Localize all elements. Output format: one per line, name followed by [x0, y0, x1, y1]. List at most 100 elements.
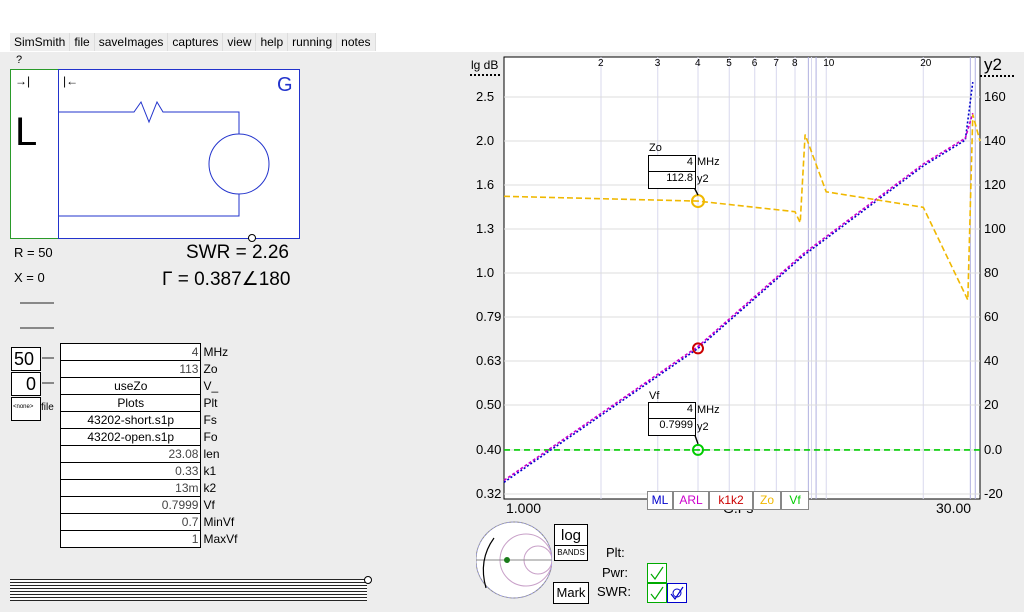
file-select-box[interactable]: <none>: [11, 397, 41, 421]
param-row: useZo V_: [59, 377, 240, 395]
right-axis-label-underline: [980, 75, 1014, 77]
param-row: 43202-open.s1p Fo: [59, 428, 240, 446]
menu-item-running[interactable]: running: [288, 33, 338, 51]
left-tick-label: 0.79: [476, 309, 502, 324]
param-row: 23.08 len: [59, 445, 240, 463]
right-tick-label: 80: [984, 265, 999, 280]
menu-item-file[interactable]: file: [70, 33, 95, 51]
params-table: 4 MHz 113 Zo useZo V_ Plots Plt 43202-short.s1p F…: [59, 343, 240, 548]
r-readout: R = 50: [14, 245, 53, 260]
zo-marker-value: 112.8: [666, 172, 693, 184]
tiny-text-line-2: [20, 327, 54, 329]
param-row: 13m k2: [59, 479, 240, 497]
zo-marker-value-unit: y2: [697, 173, 709, 185]
ohm-input-box[interactable]: 0: [11, 372, 41, 396]
load-box[interactable]: →| L: [10, 69, 59, 239]
param-value-k1[interactable]: 0.33: [59, 462, 202, 480]
param-row: 0.7999 Vf: [59, 496, 240, 514]
left-tick-label: 0.50: [476, 397, 502, 412]
menu-item-simsmith[interactable]: SimSmith: [10, 33, 71, 51]
param-value-zo[interactable]: 113: [59, 360, 202, 378]
top-tick-label: 3: [654, 58, 661, 69]
zo-input-box[interactable]: 50: [11, 347, 41, 371]
timeline-handle-icon[interactable]: [364, 576, 372, 584]
param-label-fo: Fo: [203, 430, 218, 444]
circuit-box[interactable]: |← G: [58, 69, 300, 239]
timeline-track[interactable]: [10, 579, 367, 601]
menu-item-notes[interactable]: notes: [337, 33, 376, 51]
param-value-maxvf[interactable]: 1: [59, 530, 202, 548]
left-tick-label: 2.0: [476, 133, 495, 148]
param-label-minvf: MinVf: [203, 515, 235, 529]
right-tick-label: 100: [984, 221, 1006, 236]
zo-marker-freq: 4: [649, 156, 695, 172]
left-tick-label: 1.3: [476, 221, 495, 236]
param-row: Plots Plt: [59, 394, 240, 412]
vf-marker-freq-unit: MHz: [697, 404, 720, 416]
circuit-diagram: [59, 100, 270, 217]
menu-item-saveimages[interactable]: saveImages: [95, 33, 169, 51]
gamma-readout: Γ = 0.387∠180: [162, 269, 291, 290]
top-tick-label: 8: [792, 58, 798, 69]
top-tick-label: 20: [920, 58, 932, 69]
param-label-v_: V_: [203, 379, 219, 393]
right-tick-label: 120: [984, 177, 1006, 192]
left-tick-label: 2.5: [476, 89, 495, 104]
param-label-maxvf: MaxVf: [203, 532, 238, 546]
right-tick-label: 160: [984, 89, 1006, 104]
swr-label: SWR:: [597, 584, 631, 599]
right-tick-label: 20: [984, 397, 999, 412]
swr-arl-checkbox[interactable]: [667, 583, 687, 603]
left-pane: ? →| L |← G R = 50 X = 0 SWR = 2.26 Γ = …: [0, 52, 468, 612]
frequency-chart[interactable]: [468, 52, 1024, 522]
ohm-unit-mark: [42, 382, 54, 384]
param-label-mhz: MHz: [203, 345, 229, 359]
plt-ml-button[interactable]: ML: [647, 491, 673, 510]
help-question[interactable]: ?: [16, 54, 22, 66]
plt-k1k2-button[interactable]: k1k2: [709, 491, 753, 510]
left-axis-label-underline: [470, 74, 500, 76]
param-value-mhz[interactable]: 4: [59, 343, 202, 361]
param-value-len[interactable]: 23.08: [59, 445, 202, 463]
param-value-v_[interactable]: useZo: [59, 377, 202, 395]
swr-ml-checkbox[interactable]: [647, 583, 667, 603]
file-label: file: [41, 402, 54, 413]
param-row: 4 MHz: [59, 343, 240, 361]
arrow-right-icon: →|: [15, 74, 31, 88]
plt-vf-button[interactable]: Vf: [781, 491, 809, 510]
top-tick-label: 7: [773, 58, 779, 69]
menu-bar: SimSmith file saveImages captures view help ru…: [0, 0, 1024, 52]
top-tick-label: 2: [598, 58, 604, 69]
top-tick-label: 4: [695, 58, 701, 69]
left-tick-label: 1.0: [476, 265, 495, 280]
plt-zo-button[interactable]: Zo: [753, 491, 781, 510]
vf-marker-value: 0.7999: [659, 419, 693, 431]
param-value-fo[interactable]: 43202-open.s1p: [59, 428, 202, 446]
param-value-vf[interactable]: 0.7999: [59, 496, 202, 514]
plt-arl-button[interactable]: ARL: [673, 491, 709, 510]
param-row: 1 MaxVf: [59, 530, 240, 548]
param-value-minvf[interactable]: 0.7: [59, 513, 202, 531]
left-tick-label: 0.40: [476, 442, 502, 457]
ohm-label-mark: [42, 357, 54, 359]
ohm-input-value: 0: [26, 374, 37, 394]
mark-button[interactable]: Mark: [553, 582, 589, 604]
menu-item-captures[interactable]: captures: [168, 33, 224, 51]
param-label-plt: Plt: [203, 396, 218, 410]
zo-input-value: 50: [14, 349, 35, 369]
load-letter: L: [15, 110, 38, 154]
smith-chart-thumbnail[interactable]: [476, 518, 552, 602]
param-value-fs[interactable]: 43202-short.s1p: [59, 411, 202, 429]
menu-item-help[interactable]: help: [256, 33, 289, 51]
left-tick-label: 1.6: [476, 177, 495, 192]
param-row: 0.33 k1: [59, 462, 240, 480]
top-tick-label: 6: [751, 58, 758, 69]
vf-marker-freq: 4: [649, 403, 695, 419]
param-value-plt[interactable]: Plots: [59, 394, 202, 412]
param-value-k2[interactable]: 13m: [59, 479, 202, 497]
menu-item-view[interactable]: view: [223, 33, 257, 51]
pwr-ml-checkbox[interactable]: [647, 563, 667, 583]
zo-marker-box[interactable]: 4 112.8: [648, 155, 696, 189]
bands-button[interactable]: BANDS: [554, 545, 588, 561]
vf-marker-box[interactable]: 4 0.7999: [648, 402, 696, 436]
